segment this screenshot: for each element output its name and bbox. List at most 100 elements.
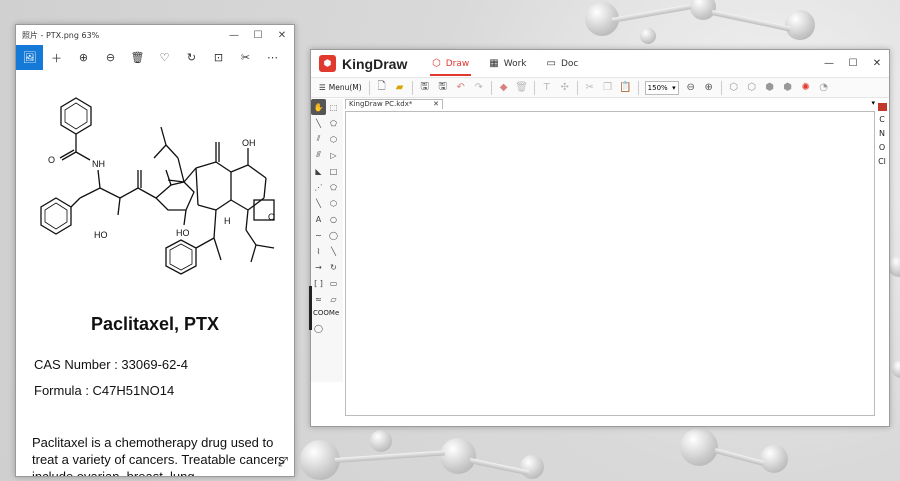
zoom-select[interactable]: 150% ▾ bbox=[644, 80, 679, 95]
hand-icon[interactable]: ✋ bbox=[311, 99, 326, 115]
viewer-title: 照片 - PTX.png 63% bbox=[22, 30, 100, 40]
element-c[interactable]: C bbox=[879, 113, 885, 127]
document-tab[interactable]: KingDraw PC.kdx* ✕ bbox=[345, 99, 443, 109]
molecule-icon[interactable]: ✺ bbox=[797, 79, 815, 97]
single-bond-icon[interactable]: ╲ bbox=[311, 115, 326, 131]
hash-bond-icon[interactable]: ⋰ bbox=[311, 179, 326, 195]
close-button[interactable]: ✕ bbox=[865, 58, 889, 69]
text-tool-icon[interactable]: T bbox=[538, 79, 556, 97]
chain-icon[interactable]: ⌇ bbox=[311, 243, 326, 259]
zoom-in-icon[interactable]: ⊕ bbox=[700, 79, 718, 97]
zoom-out-icon[interactable]: ⊖ bbox=[682, 79, 700, 97]
circle-arrow-icon[interactable]: ↻ bbox=[326, 259, 341, 275]
tab-draw[interactable]: ⬡ Draw bbox=[422, 50, 479, 77]
menu-button[interactable]: ☰ Menu(M) bbox=[315, 83, 366, 92]
favorite-icon[interactable]: ♡ bbox=[151, 45, 178, 70]
pentagon-ring-icon[interactable]: ⬠ bbox=[326, 179, 341, 195]
close-icon[interactable]: ✕ bbox=[433, 100, 439, 109]
undo-icon[interactable]: ↶ bbox=[452, 79, 470, 97]
maximize-button[interactable]: ☐ bbox=[246, 30, 270, 41]
save-icon[interactable]: 🖫 bbox=[416, 79, 434, 97]
atom-label: H bbox=[224, 216, 231, 226]
document-area: KingDraw PC.kdx* ✕ ▾ bbox=[345, 99, 875, 416]
expand-icon[interactable]: ⤢ bbox=[278, 455, 288, 470]
clean-icon[interactable]: ✣ bbox=[556, 79, 574, 97]
arrow-icon[interactable]: → bbox=[311, 259, 326, 275]
add-icon[interactable]: ＋ bbox=[43, 45, 70, 70]
periodic-table-icon[interactable] bbox=[877, 103, 887, 111]
select-icon[interactable]: ⬚ bbox=[326, 99, 341, 115]
main-toolbar: ☰ Menu(M) 🗋 ▰ 🖫 🖫 ↶ ↷ ◆ 🗑 T ✣ ✂ ❐ 📋 150% ▾… bbox=[311, 77, 889, 98]
atom-label: O bbox=[268, 212, 275, 222]
trash-icon[interactable]: 🗑 bbox=[513, 79, 531, 97]
rotate-icon[interactable]: ↻ bbox=[178, 45, 205, 70]
coome-template[interactable]: COOMe bbox=[311, 307, 343, 320]
triangle-icon[interactable]: ▷ bbox=[326, 147, 341, 163]
redo-icon[interactable]: ↷ bbox=[470, 79, 488, 97]
maximize-button[interactable]: ☐ bbox=[841, 58, 865, 69]
tab-doc[interactable]: ▭ Doc bbox=[537, 50, 589, 77]
ring-icon[interactable]: ⬡ bbox=[743, 79, 761, 97]
minimize-button[interactable]: — bbox=[817, 58, 841, 69]
molecule-structure: O NH HO OH O H HO bbox=[40, 97, 275, 275]
cas-number: CAS Number : 33069-62-4 bbox=[34, 357, 188, 372]
paste-icon[interactable]: 📋 bbox=[617, 79, 635, 97]
viewer-toolbar: 🖼 ＋ ⊕ ⊖ 🗑 ♡ ↻ ⊡ ✂ ⋯ bbox=[16, 45, 294, 70]
heptagon-icon[interactable]: ○ bbox=[326, 211, 341, 227]
square-icon[interactable]: □ bbox=[326, 163, 341, 179]
minimize-button[interactable]: — bbox=[222, 30, 246, 41]
tab-label: Work bbox=[503, 58, 527, 69]
rectangle-icon[interactable]: ▭ bbox=[326, 275, 341, 291]
ring-icon[interactable]: ⬢ bbox=[779, 79, 797, 97]
double-bond-icon[interactable]: ⫽ bbox=[311, 131, 326, 147]
tab-label: Doc bbox=[560, 58, 579, 69]
parallelogram-icon[interactable]: ▱ bbox=[326, 291, 341, 307]
text-icon[interactable]: A bbox=[311, 211, 326, 227]
delete-icon[interactable]: 🗑 bbox=[124, 45, 151, 70]
image-icon[interactable]: 🖼 bbox=[16, 45, 43, 70]
ring-icon[interactable]: ⬢ bbox=[761, 79, 779, 97]
cut-icon[interactable]: ✂ bbox=[581, 79, 599, 97]
pentagon-icon[interactable]: ⬠ bbox=[326, 115, 341, 131]
description-text: Paclitaxel is a chemotherapy drug used t… bbox=[32, 435, 285, 476]
viewer-titlebar: 照片 - PTX.png 63% — ☐ ✕ bbox=[16, 25, 294, 45]
element-cl[interactable]: Cl bbox=[878, 155, 886, 169]
kingdraw-logo: ⬢ bbox=[319, 55, 336, 72]
octagon-icon[interactable]: ◯ bbox=[326, 227, 341, 243]
more-icon[interactable]: ⋯ bbox=[259, 45, 286, 70]
hexagon-ring-icon[interactable]: ⬡ bbox=[326, 195, 341, 211]
hexagon-icon[interactable]: ⬡ bbox=[326, 131, 341, 147]
kingdraw-header: ⬢ KingDraw ⬡ Draw ▦ Work ▭ Doc — ☐ ✕ bbox=[311, 50, 889, 77]
new-file-icon[interactable]: 🗋 bbox=[373, 79, 391, 97]
triple-bond-icon[interactable]: ⫻ bbox=[311, 147, 326, 163]
atom-label: OH bbox=[242, 138, 256, 148]
atom-label: O bbox=[48, 155, 55, 165]
ring-icon[interactable]: ⬡ bbox=[725, 79, 743, 97]
wavy-bond-icon[interactable]: ∼ bbox=[311, 227, 326, 243]
save-as-icon[interactable]: 🖫 bbox=[434, 79, 452, 97]
kingdraw-window: ⬢ KingDraw ⬡ Draw ▦ Work ▭ Doc — ☐ ✕ ☰ Menu(… bbox=[309, 49, 890, 427]
drawing-canvas[interactable] bbox=[345, 111, 875, 416]
orbital-icon[interactable]: ≈ bbox=[311, 291, 326, 307]
circle-icon[interactable]: ◯ bbox=[311, 320, 326, 336]
bracket-icon[interactable]: [ ] bbox=[311, 275, 326, 291]
line-icon[interactable]: ╲ bbox=[326, 243, 341, 259]
app-name: KingDraw bbox=[342, 55, 408, 72]
edit-icon[interactable]: ✂ bbox=[232, 45, 259, 70]
bold-bond-icon[interactable]: ╲ bbox=[311, 195, 326, 211]
chart-icon[interactable]: ◔ bbox=[815, 79, 833, 97]
element-n[interactable]: N bbox=[879, 127, 885, 141]
zoom-in-icon[interactable]: ⊕ bbox=[70, 45, 97, 70]
tab-work[interactable]: ▦ Work bbox=[479, 50, 536, 77]
eraser-icon[interactable]: ◆ bbox=[495, 79, 513, 97]
formula: Formula : C47H51NO14 bbox=[34, 383, 174, 398]
close-button[interactable]: ✕ bbox=[270, 30, 294, 41]
open-folder-icon[interactable]: ▰ bbox=[391, 79, 409, 97]
crop-icon[interactable]: ⊡ bbox=[205, 45, 232, 70]
wedge-bond-icon[interactable]: ◣ bbox=[311, 163, 326, 179]
copy-icon[interactable]: ❐ bbox=[599, 79, 617, 97]
element-o[interactable]: O bbox=[879, 141, 885, 155]
zoom-out-icon[interactable]: ⊖ bbox=[97, 45, 124, 70]
menu-icon: ☰ bbox=[319, 83, 326, 92]
atom-label: HO bbox=[94, 230, 108, 240]
